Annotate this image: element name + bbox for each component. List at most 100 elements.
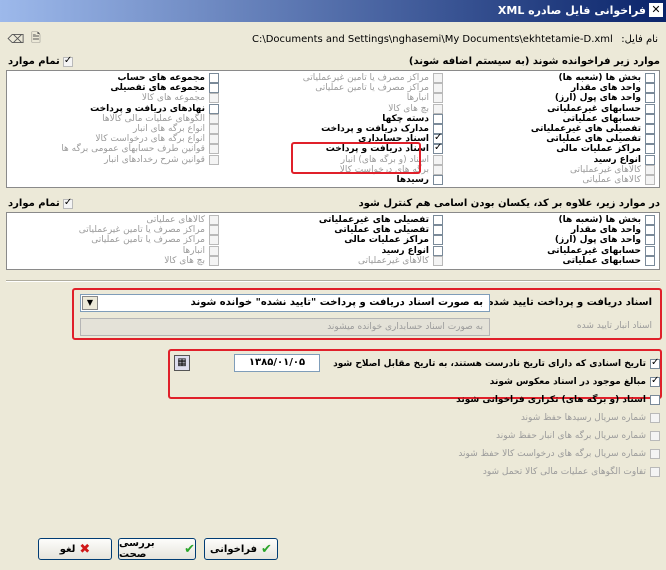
- checkbox: [209, 93, 219, 104]
- section1-all-checkbox[interactable]: [62, 55, 73, 67]
- checkbox[interactable]: [645, 83, 655, 94]
- option-label: انواع برگه های انبار: [132, 124, 205, 135]
- checkbox[interactable]: [433, 174, 443, 185]
- checkbox[interactable]: [433, 113, 443, 124]
- checkbox[interactable]: [650, 395, 660, 405]
- section2-all[interactable]: تمام موارد: [8, 197, 73, 209]
- checkbox[interactable]: [650, 375, 660, 387]
- option-label: تفصیلی های عملیاتی: [334, 225, 429, 236]
- checkbox[interactable]: [209, 83, 219, 94]
- option-item: مراکز مصرف یا تامین عملیاتی: [9, 235, 219, 246]
- option-item[interactable]: تفصیلی های عملیاتی: [253, 225, 443, 236]
- checkbox: [650, 431, 660, 441]
- section2-all-checkbox[interactable]: [62, 197, 73, 209]
- checkbox[interactable]: [433, 225, 443, 236]
- option-item: مراکز مصرف یا تامین غیرعملیاتی: [253, 73, 443, 84]
- section2-list: بخش ها (شعبه ها) واحد های مقدار واحد های پ…: [6, 212, 660, 270]
- section1-all-label: تمام موارد: [8, 56, 60, 67]
- option-item: کالاهای عملیاتی: [465, 174, 655, 185]
- check-icon: ✔: [261, 541, 272, 557]
- option-item[interactable]: بخش ها (شعبه ها): [465, 215, 655, 226]
- checkbox[interactable]: [645, 245, 655, 256]
- option-label: انواع برگه های درخواست کالا: [95, 134, 205, 145]
- option-item[interactable]: دسته چکها: [253, 113, 443, 124]
- open-file-icon[interactable]: ⌫: [8, 32, 25, 46]
- option-item[interactable]: مراکز عملیات مالی: [465, 144, 655, 155]
- option-label: رسیدها: [396, 174, 429, 185]
- option-item: مراکز مصرف یا تامین عملیاتی: [253, 83, 443, 94]
- option-item[interactable]: مجموعه های حساب: [9, 73, 219, 84]
- option-item[interactable]: حسابهای عملیاتی: [465, 255, 655, 266]
- checkbox[interactable]: [645, 144, 655, 155]
- option-label: حسابهای عملیاتی: [562, 255, 642, 266]
- section1-all[interactable]: تمام موارد: [8, 55, 73, 67]
- option-item[interactable]: رسیدها: [253, 174, 443, 185]
- confirm-select-1[interactable]: به صورت اسناد دریافت و پرداخت "تایید نشد…: [80, 294, 490, 312]
- checkbox[interactable]: [433, 215, 443, 226]
- option-item: بچ های کالا: [253, 103, 443, 114]
- option-item[interactable]: اسناد (و برگه های) تکراری فراخوانی شوند: [180, 391, 660, 409]
- preview-icon[interactable]: 🗎: [28, 31, 44, 46]
- checkbox[interactable]: [645, 255, 655, 266]
- option-item: انبارها: [9, 245, 219, 256]
- option-item[interactable]: مجموعه های تفصیلی: [9, 83, 219, 94]
- checkbox[interactable]: [645, 235, 655, 246]
- option-label: واحد های مقدار: [570, 225, 641, 236]
- close-icon[interactable]: ✕: [649, 3, 663, 17]
- check-button[interactable]: بررسی صحت ✔: [118, 538, 196, 560]
- import-button[interactable]: فراخوانی ✔: [204, 538, 278, 560]
- file-label: نام فایل:: [621, 34, 658, 45]
- option-item[interactable]: مبالغ موجود در اسناد معکوس شوند: [180, 373, 660, 391]
- option-label: مراکز مصرف یا تامین غیرعملیاتی: [302, 73, 429, 84]
- option-item: مجموعه های کالا: [9, 93, 219, 104]
- option-item[interactable]: مدارک دریافت و پرداخت: [253, 124, 443, 135]
- checkbox[interactable]: [209, 73, 219, 84]
- checkbox[interactable]: [645, 124, 655, 135]
- option-item[interactable]: انواع رسید: [465, 154, 655, 165]
- option-label: تفاوت الگوهای عملیات مالی کالا تحمل شود: [482, 467, 646, 477]
- checkbox[interactable]: [433, 235, 443, 246]
- option-label: شماره سریال برگه های انبار حفظ شوند: [495, 431, 646, 441]
- checkbox[interactable]: [209, 103, 219, 114]
- checkbox[interactable]: [645, 154, 655, 165]
- checkbox[interactable]: [433, 245, 443, 256]
- option-item[interactable]: تفصیلی های عملیاتی: [465, 134, 655, 145]
- option-item[interactable]: نهادهای دریافت و پرداخت: [9, 103, 219, 114]
- option-item[interactable]: تفصیلی های غیرعملیاتی: [253, 215, 443, 226]
- option-item[interactable]: مراکز عملیات مالی: [253, 235, 443, 246]
- option-item[interactable]: حسابهای عملیاتی: [465, 113, 655, 124]
- checkbox[interactable]: [645, 215, 655, 226]
- option-item: تفاوت الگوهای عملیات مالی کالا تحمل شود: [180, 463, 660, 481]
- checkbox: [209, 113, 219, 124]
- option-item[interactable]: حسابهای غیرعملیاتی: [465, 103, 655, 114]
- dropdown-arrow-icon[interactable]: ▼: [82, 296, 98, 310]
- option-item[interactable]: واحد های مقدار: [465, 225, 655, 236]
- option-item[interactable]: واحد های پول (ارز): [465, 235, 655, 246]
- checkbox[interactable]: [650, 357, 660, 369]
- checkbox[interactable]: [645, 103, 655, 114]
- option-item[interactable]: واحد های پول (ارز): [465, 93, 655, 104]
- option-item: انبارها: [253, 93, 443, 104]
- checkbox[interactable]: [645, 225, 655, 236]
- checkbox[interactable]: [433, 142, 443, 155]
- option-item[interactable]: انواع رسید: [253, 245, 443, 256]
- checkbox: [209, 225, 219, 236]
- checkbox[interactable]: [645, 93, 655, 104]
- calendar-icon[interactable]: ▦: [174, 355, 190, 371]
- option-item[interactable]: بخش ها (شعبه ها): [465, 73, 655, 84]
- cancel-icon: ✖: [79, 541, 91, 557]
- cancel-button[interactable]: لغو ✖: [38, 538, 112, 560]
- checkbox: [209, 154, 219, 165]
- option-item[interactable]: تفصیلی های غیرعملیاتی: [465, 124, 655, 135]
- option-label: انواع رسید: [381, 245, 429, 256]
- checkbox[interactable]: [645, 134, 655, 145]
- checkbox: [209, 245, 219, 256]
- option-item[interactable]: حسابهای غیرعملیاتی: [465, 245, 655, 256]
- option-item[interactable]: واحد های مقدار: [465, 83, 655, 94]
- checkbox[interactable]: [645, 73, 655, 84]
- checkbox: [433, 255, 443, 266]
- option-item: شماره سریال برگه های انبار حفظ شوند: [180, 427, 660, 445]
- option-item: مراکز مصرف یا تامین غیرعملیاتی: [9, 225, 219, 236]
- date-field[interactable]: ۱۳۸۵/۰۱/۰۵: [234, 354, 320, 372]
- checkbox[interactable]: [645, 113, 655, 124]
